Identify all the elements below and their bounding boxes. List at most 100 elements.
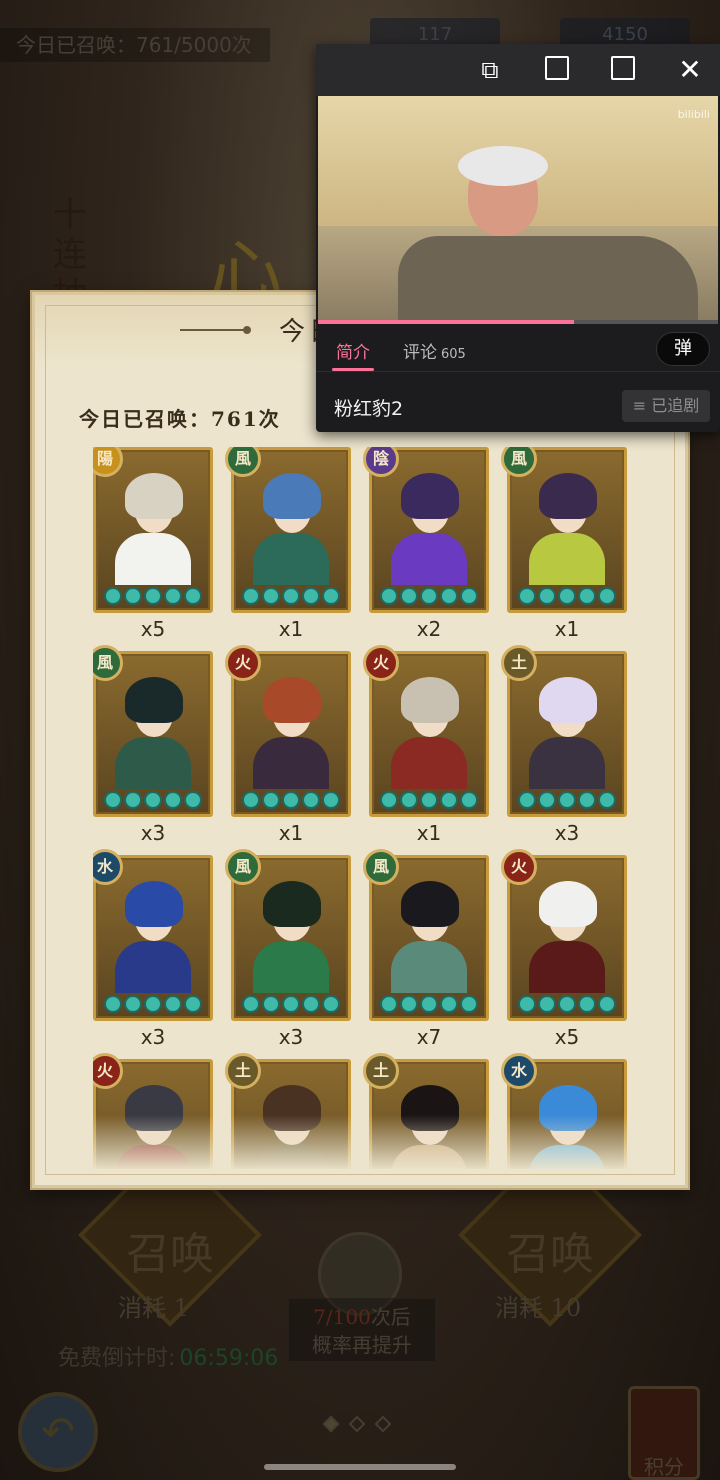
hero-card[interactable]: 風 x1 bbox=[501, 447, 627, 641]
hero-card[interactable]: 風 x3 bbox=[93, 645, 213, 845]
pip-icon: ⧉ bbox=[481, 56, 499, 84]
star-icon bbox=[578, 587, 596, 605]
star-rating bbox=[377, 995, 481, 1015]
star-icon bbox=[380, 587, 398, 605]
hero-card[interactable]: 風 x1 bbox=[225, 447, 351, 641]
star-icon bbox=[302, 587, 320, 605]
star-rating bbox=[515, 791, 619, 811]
hero-portrait bbox=[377, 863, 481, 993]
element-badge-icon: 土 bbox=[363, 1053, 399, 1089]
star-icon bbox=[420, 791, 438, 809]
hero-card[interactable]: 陰 x2 bbox=[363, 447, 489, 641]
hero-card-grid[interactable]: 陽 x5 風 x1 陰 x2 風 x1 風 x3 火 x1 火 x1 土 x3 水 x3 風 x3 風 x7 火 x5 火土土水 bbox=[93, 447, 633, 1169]
star-icon bbox=[124, 995, 142, 1013]
star-icon bbox=[262, 587, 280, 605]
hero-portrait bbox=[101, 455, 205, 585]
element-badge-icon: 風 bbox=[363, 849, 399, 885]
close-button[interactable]: ✕ bbox=[676, 56, 704, 84]
star-icon bbox=[322, 791, 340, 809]
video-scene-person-hair bbox=[458, 146, 548, 186]
close-icon: ✕ bbox=[678, 53, 702, 86]
hero-portrait bbox=[239, 455, 343, 585]
star-icon bbox=[440, 791, 458, 809]
fullscreen-button[interactable] bbox=[609, 56, 637, 84]
star-icon bbox=[282, 587, 300, 605]
star-icon bbox=[578, 995, 596, 1013]
portrait-body bbox=[253, 941, 329, 993]
portrait-hair bbox=[125, 881, 183, 927]
portrait-hair bbox=[539, 881, 597, 927]
star-icon bbox=[598, 791, 616, 809]
hero-portrait bbox=[239, 863, 343, 993]
portrait-hair bbox=[125, 473, 183, 519]
hero-portrait bbox=[515, 659, 619, 789]
hero-count: x1 bbox=[554, 617, 580, 641]
portrait-hair bbox=[263, 473, 321, 519]
hero-portrait bbox=[515, 455, 619, 585]
hero-portrait bbox=[101, 863, 205, 993]
star-icon bbox=[380, 995, 398, 1013]
star-icon bbox=[400, 791, 418, 809]
star-rating bbox=[101, 995, 205, 1015]
star-rating bbox=[377, 791, 481, 811]
star-icon bbox=[144, 791, 162, 809]
star-icon bbox=[124, 791, 142, 809]
hero-card[interactable]: 風 x3 bbox=[225, 849, 351, 1049]
hero-portrait bbox=[239, 659, 343, 789]
star-icon bbox=[262, 791, 280, 809]
video-scene-person-body bbox=[398, 236, 698, 322]
star-rating bbox=[239, 791, 343, 811]
portrait-body bbox=[253, 533, 329, 585]
list-icon: ≡ bbox=[632, 396, 647, 415]
element-badge-icon: 水 bbox=[501, 1053, 537, 1089]
video-player[interactable]: bilibili bbox=[318, 96, 718, 322]
element-badge-icon: 土 bbox=[501, 645, 537, 681]
hero-card[interactable]: 水 x3 bbox=[93, 849, 213, 1049]
hero-card[interactable]: 火 x1 bbox=[225, 645, 351, 845]
danmaku-toggle-button[interactable]: 弹 bbox=[656, 332, 710, 366]
tab-comments[interactable]: 评论 605 bbox=[403, 338, 466, 363]
portrait-hair bbox=[125, 677, 183, 723]
star-icon bbox=[282, 995, 300, 1013]
star-icon bbox=[400, 995, 418, 1013]
follow-series-button[interactable]: ≡ 已追剧 bbox=[622, 390, 710, 422]
portrait-hair bbox=[401, 473, 459, 519]
star-icon bbox=[460, 995, 478, 1013]
portrait-body bbox=[529, 737, 605, 789]
portrait-body bbox=[115, 737, 191, 789]
star-icon bbox=[322, 995, 340, 1013]
hero-portrait bbox=[377, 659, 481, 789]
pip-mode-button[interactable]: ⧉ bbox=[476, 56, 504, 84]
star-icon bbox=[104, 995, 122, 1013]
star-icon bbox=[302, 995, 320, 1013]
floating-video-window[interactable]: ⧉ ✕ bilibili 简介 评论 605 弹 粉红豹2 ≡ 已追剧 bbox=[316, 44, 720, 432]
star-icon bbox=[460, 587, 478, 605]
element-badge-icon: 土 bbox=[225, 1053, 261, 1089]
tab-intro[interactable]: 简介 bbox=[336, 338, 370, 363]
star-icon bbox=[598, 995, 616, 1013]
star-icon bbox=[440, 587, 458, 605]
shrink-button[interactable] bbox=[543, 56, 571, 84]
portrait-body bbox=[391, 737, 467, 789]
hero-card[interactable]: 火 x1 bbox=[363, 645, 489, 845]
portrait-body bbox=[529, 533, 605, 585]
follow-label: 已追剧 bbox=[651, 396, 700, 415]
star-icon bbox=[302, 791, 320, 809]
video-tabs: 简介 评论 605 弹 bbox=[316, 324, 720, 372]
hero-count: x2 bbox=[416, 617, 442, 641]
hero-card[interactable]: 陽 x5 bbox=[93, 447, 213, 641]
star-rating bbox=[515, 587, 619, 607]
hero-portrait bbox=[377, 455, 481, 585]
hero-card[interactable]: 火 x5 bbox=[501, 849, 627, 1049]
portrait-hair bbox=[263, 677, 321, 723]
star-icon bbox=[558, 995, 576, 1013]
star-icon bbox=[440, 995, 458, 1013]
star-rating bbox=[239, 587, 343, 607]
hero-card[interactable]: 風 x7 bbox=[363, 849, 489, 1049]
hero-card[interactable]: 土 x3 bbox=[501, 645, 627, 845]
title-ornament-line bbox=[180, 329, 250, 331]
star-icon bbox=[164, 995, 182, 1013]
portrait-body bbox=[391, 533, 467, 585]
home-indicator[interactable] bbox=[264, 1464, 456, 1470]
star-icon bbox=[104, 791, 122, 809]
